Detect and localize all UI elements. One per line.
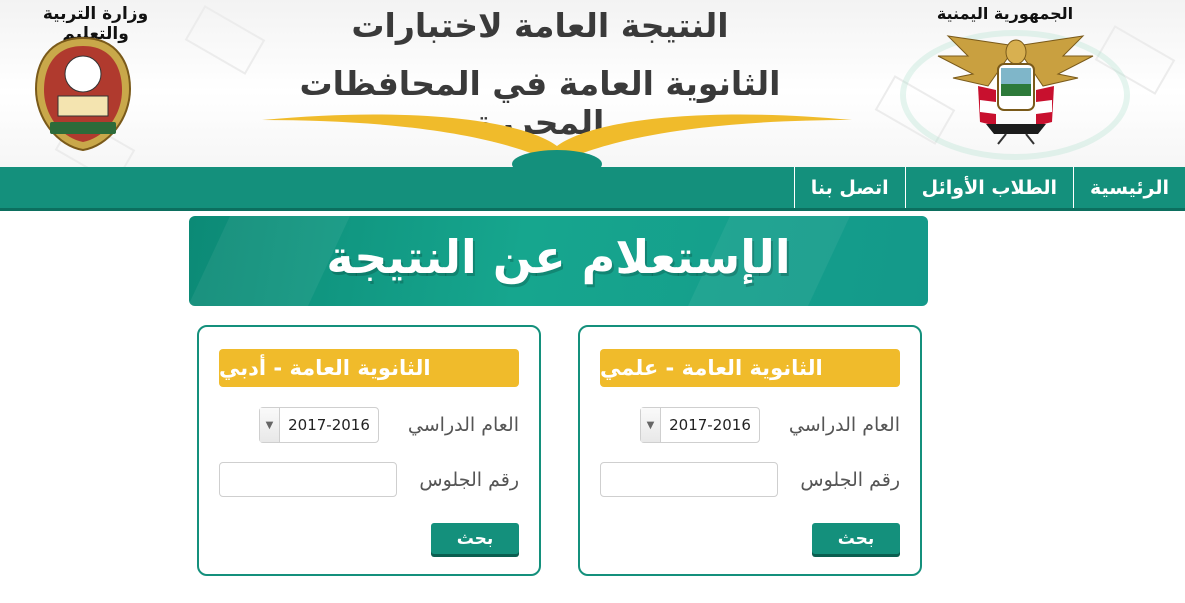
chevron-down-icon[interactable]: ▼ bbox=[641, 408, 661, 442]
year-select[interactable]: ▼ 2017-2016 bbox=[640, 407, 760, 443]
inquiry-banner: الإستعلام عن النتيجة bbox=[189, 216, 928, 306]
seat-number-label: رقم الجلوس bbox=[800, 469, 900, 491]
card-title: الثانوية العامة - علمي bbox=[600, 349, 900, 387]
year-select-value: 2017-2016 bbox=[669, 416, 751, 434]
seat-number-label: رقم الجلوس bbox=[419, 469, 519, 491]
nav-item-home[interactable]: الرئيسية bbox=[1073, 167, 1185, 208]
year-select-value: 2017-2016 bbox=[288, 416, 370, 434]
search-button[interactable]: بحث bbox=[812, 523, 900, 554]
nav-item-top-students[interactable]: الطلاب الأوائل bbox=[904, 167, 1073, 208]
site-header: وزارة التربية والتعليم الجمهورية اليمنية… bbox=[0, 0, 1185, 167]
seat-number-input[interactable] bbox=[219, 462, 397, 497]
seat-number-input[interactable] bbox=[600, 462, 778, 497]
main-nav: الرئيسية الطلاب الأوائل اتصل بنا bbox=[0, 167, 1185, 211]
card-title: الثانوية العامة - أدبي bbox=[219, 349, 519, 387]
chevron-down-icon[interactable]: ▼ bbox=[260, 408, 280, 442]
republic-name: الجمهورية اليمنية bbox=[936, 4, 1074, 23]
yemen-eagle-emblem-icon bbox=[937, 35, 1094, 145]
literary-result-card: الثانوية العامة - أدبي العام الدراسي ▼ 2… bbox=[197, 325, 541, 576]
banner-title: الإستعلام عن النتيجة bbox=[326, 230, 791, 284]
page-title-line1: النتيجة العامة لاختبارات bbox=[351, 6, 729, 45]
scientific-result-card: الثانوية العامة - علمي العام الدراسي ▼ 2… bbox=[578, 325, 922, 576]
nav-item-contact[interactable]: اتصل بنا bbox=[793, 167, 905, 208]
open-book-icon bbox=[262, 114, 852, 167]
search-button[interactable]: بحث bbox=[431, 523, 519, 554]
year-label: العام الدراسي bbox=[407, 414, 519, 436]
year-label: العام الدراسي bbox=[788, 414, 900, 436]
year-select[interactable]: ▼ 2017-2016 bbox=[259, 407, 379, 443]
ministry-seal-icon bbox=[34, 36, 132, 152]
